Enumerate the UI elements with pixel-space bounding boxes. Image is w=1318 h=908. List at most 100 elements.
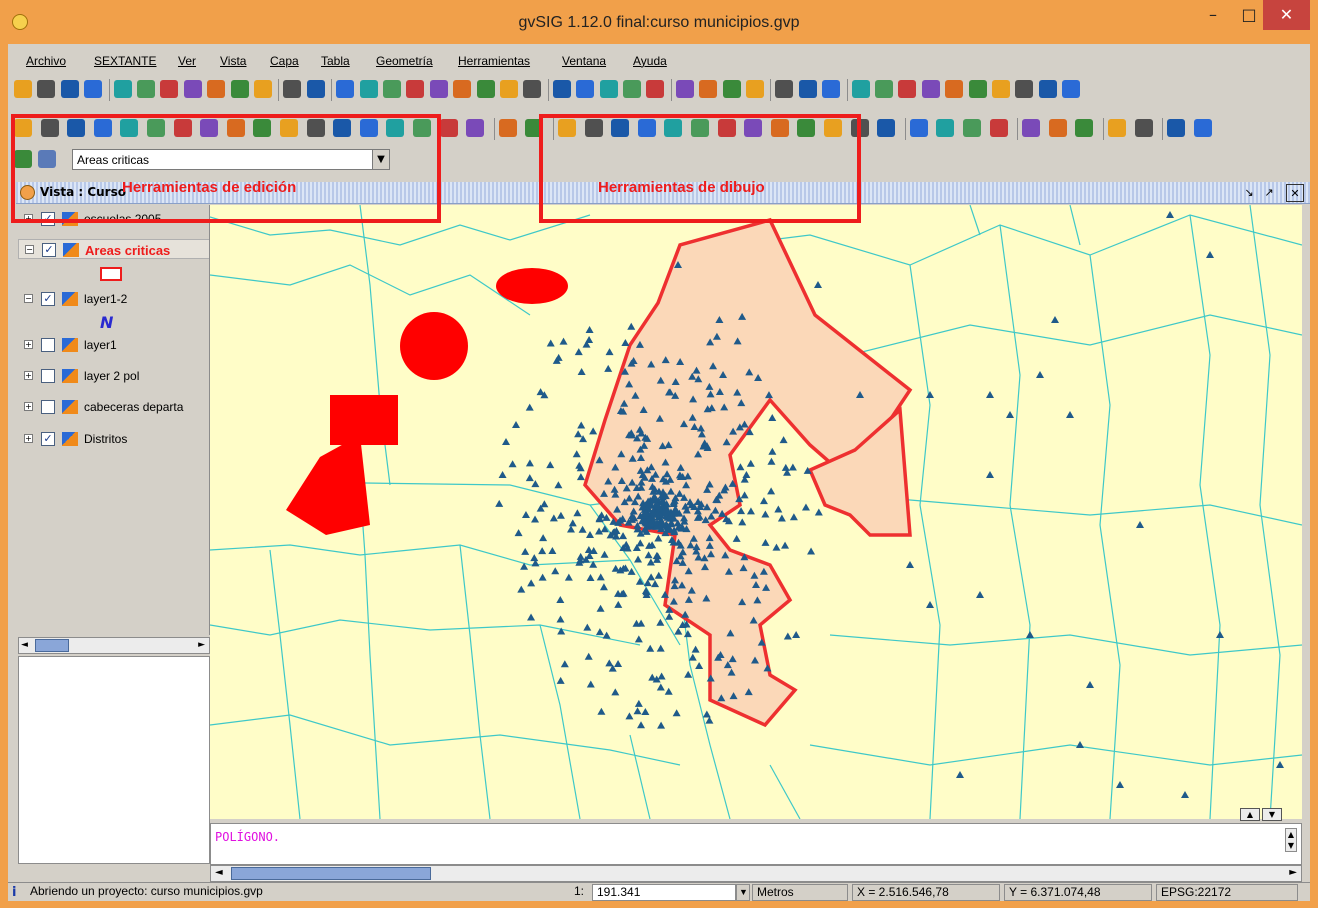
tool-icon[interactable] (822, 80, 841, 98)
tool-icon[interactable] (898, 80, 917, 98)
toc-horizontal-scrollbar[interactable]: ◄ ► (18, 637, 210, 654)
edit-tool-icon[interactable] (936, 119, 955, 137)
edit-tool-icon[interactable] (1193, 119, 1212, 137)
tool-icon[interactable] (500, 80, 518, 98)
edit-tool-icon[interactable] (1022, 119, 1041, 137)
expand-icon[interactable]: + (24, 402, 33, 411)
tool-icon[interactable] (646, 80, 665, 98)
menu-vista[interactable]: Vista (220, 54, 246, 68)
tool-icon[interactable] (84, 80, 103, 98)
edit-tool-icon[interactable] (439, 119, 458, 137)
tool-icon[interactable] (798, 80, 817, 98)
drawn-circle[interactable] (400, 312, 468, 380)
scroll-thumb[interactable] (231, 867, 431, 880)
scroll-right-icon[interactable]: ► (198, 640, 205, 650)
scroll-left-icon[interactable]: ◄ (215, 867, 223, 878)
tool-icon[interactable] (599, 80, 618, 98)
tool-icon[interactable] (1038, 80, 1057, 98)
console-horizontal-scrollbar[interactable]: ◄ ► (210, 865, 1302, 882)
menu-ver[interactable]: Ver (178, 54, 196, 68)
close-view-icon[interactable]: ✕ (1286, 184, 1304, 202)
menu-ayuda[interactable]: Ayuda (633, 54, 667, 68)
toc-layer-areas-criticas[interactable]: − ✓ Areas criticas (18, 239, 209, 259)
toc-layer-distritos[interactable]: + ✓ Distritos (18, 429, 209, 449)
tool-icon[interactable] (254, 80, 272, 98)
drawn-rectangle[interactable] (330, 395, 398, 445)
tool-icon[interactable] (283, 80, 302, 98)
tool-icon[interactable] (552, 80, 571, 98)
tool-icon[interactable] (945, 80, 964, 98)
edit-tool-icon[interactable] (1075, 119, 1094, 137)
tool-icon[interactable] (37, 80, 56, 98)
expand-icon[interactable]: + (24, 340, 33, 349)
close-button[interactable]: ✕ (1263, 0, 1310, 30)
layer-checkbox[interactable]: ✓ (41, 432, 55, 446)
tool-icon[interactable] (851, 80, 870, 98)
tool-icon[interactable] (429, 80, 448, 98)
tool-icon[interactable] (453, 80, 472, 98)
console-up-icon[interactable]: ▲ (1240, 808, 1260, 821)
map-canvas[interactable] (210, 205, 1302, 819)
menu-ventana[interactable]: Ventana (562, 54, 606, 68)
tool-icon[interactable] (160, 80, 179, 98)
title-bar[interactable]: gvSIG 1.12.0 final:curso municipios.gvp … (0, 0, 1318, 44)
tool-icon[interactable] (875, 80, 893, 98)
tool-icon[interactable] (14, 80, 32, 98)
tool-icon[interactable] (675, 80, 694, 98)
console-spinner-icon[interactable]: ▲ ▼ (1285, 828, 1297, 852)
scroll-right-icon[interactable]: ► (1289, 867, 1297, 878)
toc-layer-layer1[interactable]: + layer1 (18, 335, 209, 355)
menu-tabla[interactable]: Tabla (321, 54, 350, 68)
tool-icon[interactable] (359, 80, 378, 98)
collapse-icon[interactable]: − (25, 245, 34, 254)
tool-icon[interactable] (968, 80, 987, 98)
tool-icon[interactable] (60, 80, 79, 98)
tool-icon[interactable] (722, 80, 741, 98)
expand-icon[interactable]: + (24, 434, 33, 443)
toc-layer-cabeceras[interactable]: + cabeceras departa (18, 397, 209, 417)
scroll-left-icon[interactable]: ◄ (21, 640, 28, 650)
tool-icon[interactable] (1062, 80, 1081, 98)
tool-icon[interactable] (207, 80, 226, 98)
command-console[interactable]: POLÍGONO. ▲ ▼ (210, 823, 1302, 865)
menu-archivo[interactable]: Archivo (26, 54, 66, 68)
tool-icon[interactable] (576, 80, 595, 98)
layer-checkbox[interactable]: ✓ (41, 292, 55, 306)
restore-icon[interactable]: ↘ (1240, 184, 1258, 202)
tool-icon[interactable] (183, 80, 202, 98)
tool-icon[interactable] (306, 80, 325, 98)
toc-layer-layer2pol[interactable]: + layer 2 pol (18, 366, 209, 386)
tool-icon[interactable] (746, 80, 764, 98)
collapse-icon[interactable]: − (24, 294, 33, 303)
tool-icon[interactable] (623, 80, 641, 98)
layer-checkbox[interactable] (41, 338, 55, 352)
menu-sextante[interactable]: SEXTANTE (94, 54, 156, 68)
drawn-pentagon[interactable] (286, 435, 370, 535)
tool-icon[interactable] (699, 80, 718, 98)
edit-tool-icon[interactable] (963, 119, 981, 137)
layer-checkbox[interactable] (41, 400, 55, 414)
tool-icon[interactable] (137, 80, 155, 98)
menu-geometria[interactable]: Geometría (376, 54, 433, 68)
edit-tool-icon[interactable] (989, 119, 1008, 137)
edit-tool-icon[interactable] (877, 119, 896, 137)
menu-herramientas[interactable]: Herramientas (458, 54, 530, 68)
menu-capa[interactable]: Capa (270, 54, 299, 68)
toc-layer-layer1-2[interactable]: − ✓ layer1-2 (18, 289, 209, 309)
map-svg[interactable] (210, 205, 1302, 819)
console-down-icon[interactable]: ▼ (1262, 808, 1282, 821)
scale-dropdown-icon[interactable]: ▼ (736, 884, 750, 901)
maximize-view-icon[interactable]: ↗ (1260, 184, 1278, 202)
tool-icon[interactable] (523, 80, 542, 98)
edit-tool-icon[interactable] (498, 119, 517, 137)
tool-icon[interactable] (230, 80, 249, 98)
drawn-ellipse[interactable] (496, 268, 568, 304)
tool-icon[interactable] (113, 80, 132, 98)
scroll-thumb[interactable] (35, 639, 69, 652)
tool-icon[interactable] (406, 80, 425, 98)
tool-icon[interactable] (992, 80, 1010, 98)
edit-tool-icon[interactable] (466, 119, 485, 137)
tool-icon[interactable] (383, 80, 401, 98)
edit-tool-icon[interactable] (1048, 119, 1067, 137)
tool-icon[interactable] (775, 80, 794, 98)
